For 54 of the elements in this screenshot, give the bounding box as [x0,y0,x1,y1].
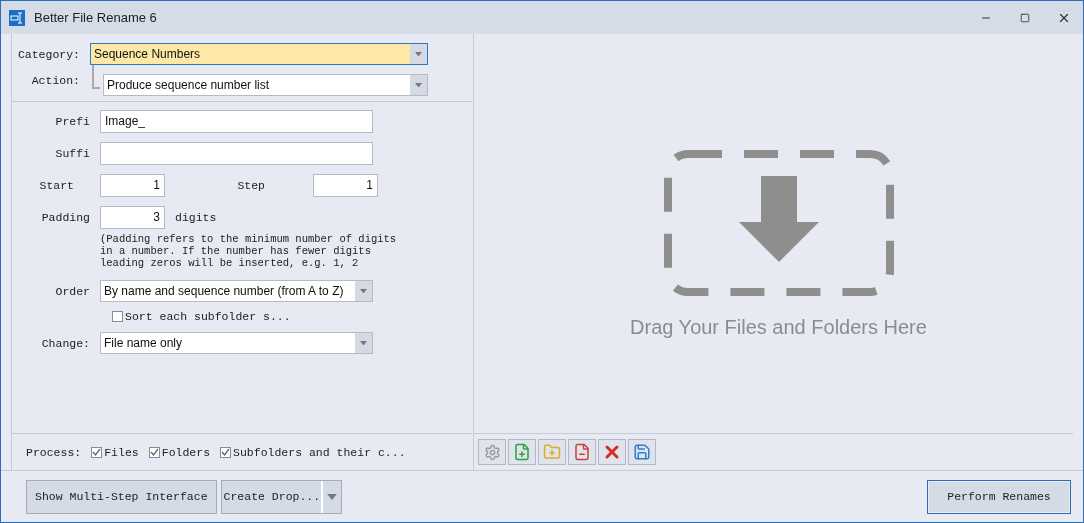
field-label: Order [54,284,91,298]
dropdown[interactable]: Produce sequence number list [103,74,428,96]
dropdown-arrow-icon[interactable] [327,493,338,500]
settings-icon[interactable] [483,443,501,461]
checkbox[interactable] [148,446,160,458]
field-label: Category: [16,47,81,61]
checkbox-label[interactable]: Subfolders and their c... [233,445,406,459]
drop-files-icon [663,150,894,296]
field-label: Suffi [54,146,91,160]
field-label: Action: [30,74,81,87]
help-text: (Padding refers to the minimum number of digits in a number. If the number has fewer digits leading zeros will be inserted, e.g. 1, 2 [100,233,398,271]
checkbox[interactable] [220,446,232,458]
file-plus-icon[interactable] [513,443,531,461]
perform-renames-button[interactable]: Perform Renames [927,479,1071,514]
settings-button[interactable] [478,439,506,465]
checkbox-label[interactable]: Files [104,445,139,459]
drop-hint-text: Drag Your Files and Folders Here [630,316,927,339]
suffix-input[interactable] [100,141,373,165]
remove-file-button[interactable] [568,439,596,465]
dropdown-arrow-icon[interactable] [360,340,367,346]
field-label: Step [236,178,265,192]
save-button[interactable] [628,439,656,465]
create-dropper-button[interactable]: Create Drop... [221,480,324,513]
save-icon[interactable] [633,443,651,461]
dropdown-arrow-icon[interactable] [415,82,422,88]
padding-input[interactable]: 3 [100,205,165,229]
multi-step-button[interactable]: Show Multi-Step Interface [26,479,217,514]
field-label: Start [38,178,75,192]
dropdown-arrow-icon[interactable] [360,288,367,294]
start-input[interactable]: 1 [100,173,165,197]
add-file-button[interactable] [508,439,536,465]
dropdown[interactable]: Sequence Numbers [90,43,428,65]
process-label: Process: [26,445,82,459]
prefix-input[interactable]: Image_ [100,109,373,133]
step-input[interactable]: 1 [313,173,378,197]
maximize-icon[interactable] [1020,12,1030,23]
folder-plus-icon[interactable] [543,443,561,461]
dropdown-arrow-icon[interactable] [415,51,422,57]
field-label: Change: [40,336,91,350]
split-button[interactable]: Create Drop... [220,479,343,514]
checkbox-label[interactable]: Folders [161,445,211,459]
unit-label: digits [175,210,217,224]
field-label: Padding [40,210,91,224]
checkbox[interactable] [112,310,123,322]
window-title: Better File Rename 6 [34,10,158,25]
field-label: Prefi [54,114,91,128]
add-folder-button[interactable] [538,439,566,465]
app-icon [9,9,25,26]
checkbox-label[interactable]: Sort each subfolder s... [125,309,291,323]
dropdown[interactable]: By name and sequence number (from A to Z) [100,280,373,302]
checkbox[interactable] [91,446,103,458]
indent-bracket [92,65,100,89]
file-minus-icon[interactable] [573,443,591,461]
dropdown[interactable]: File name only [100,332,373,354]
